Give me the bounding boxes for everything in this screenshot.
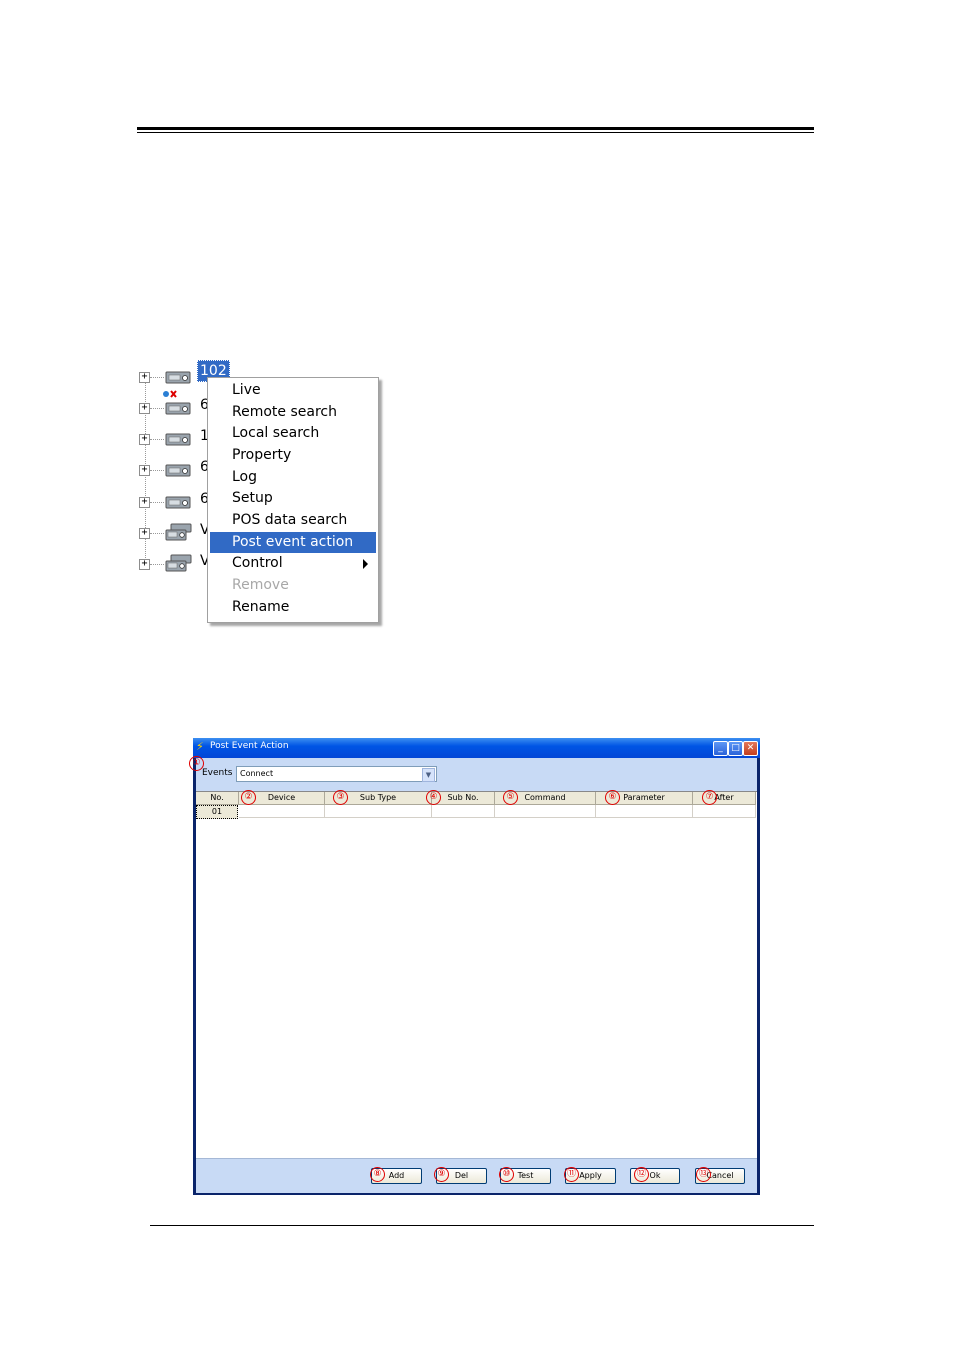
chevron-down-icon[interactable]: ▼ [422,768,435,782]
dialog-button-bar: Add Del Test Apply Ok Cancel ⑧ ⑨ ⑩ ⑪ ⑫ ⑬ [196,1158,757,1193]
menu-item-log[interactable]: Log [210,467,376,488]
callout-12: ⑫ [634,1167,649,1182]
footer-rule [150,1225,814,1226]
dvr-icon [165,433,191,446]
header-rule-thin [137,132,814,133]
menu-item-live[interactable]: Live [210,380,376,401]
header-rule [137,127,814,130]
post-event-action-dialog: ⚡ Post Event Action _ □ ✕ ① Events Conne… [189,738,760,1195]
maximize-button[interactable]: □ [728,741,743,756]
menu-item-property[interactable]: Property [210,445,376,466]
menu-item-rename[interactable]: Rename [210,597,376,618]
callout-5: ⑤ [503,790,518,805]
expand-icon[interactable]: + [139,403,150,414]
callout-2: ② [241,790,256,805]
callout-10: ⑩ [499,1167,514,1182]
callout-3: ③ [333,790,348,805]
expand-icon[interactable]: + [139,559,150,570]
dialog-body: ① Events Connect ▼ No. Device Sub Type S… [189,756,757,1193]
events-label: Events [202,768,233,778]
callout-11: ⑪ [564,1167,579,1182]
callout-9: ⑨ [434,1167,449,1182]
expand-icon[interactable]: + [139,528,150,539]
table-row-number[interactable]: 01 [196,805,238,819]
column-header-sub-no[interactable]: Sub No. [432,792,495,805]
table-cell-sub-type[interactable] [325,805,432,818]
table-cell-device[interactable] [239,805,325,818]
callout-6: ⑥ [605,790,620,805]
dialog-titlebar[interactable]: ⚡ Post Event Action _ □ ✕ [193,738,760,758]
dvr-icon [165,402,191,415]
expand-icon[interactable]: + [139,372,150,383]
expand-icon[interactable]: + [139,434,150,445]
callout-8: ⑧ [370,1167,385,1182]
dialog-title: Post Event Action [210,741,289,751]
menu-item-remote-search[interactable]: Remote search [210,402,376,423]
events-dropdown[interactable]: Connect ▼ [236,766,437,782]
expand-icon[interactable]: + [139,465,150,476]
dvr-icon [165,496,191,509]
lightning-icon: ⚡ [196,740,204,753]
disconnected-icon [163,390,177,398]
table-cell-parameter[interactable] [596,805,693,818]
menu-item-setup[interactable]: Setup [210,488,376,509]
menu-item-local-search[interactable]: Local search [210,423,376,444]
minimize-button[interactable]: _ [713,741,728,756]
submenu-arrow-icon [363,559,368,569]
table-cell-after[interactable] [693,805,756,818]
menu-item-control[interactable]: Control [210,553,376,574]
dvr-icon [165,371,191,384]
menu-item-remove: Remove [232,577,289,593]
expand-icon[interactable]: + [139,497,150,508]
dvr-icon [165,464,191,477]
table-cell-sub-no[interactable] [432,805,495,818]
callout-13: ⑬ [696,1167,711,1182]
action-table: No. Device Sub Type Sub No. Command Para… [196,790,757,1159]
close-button[interactable]: ✕ [743,741,758,756]
menu-item-post-event-action[interactable]: Post event action [210,532,376,553]
column-header-no[interactable]: No. [196,792,239,805]
events-value: Connect [240,769,274,778]
menu-item-pos-data-search[interactable]: POS data search [210,510,376,531]
stacked-dvr-icon [165,554,192,572]
table-cell-command[interactable] [495,805,596,818]
callout-7: ⑦ [702,790,717,805]
context-menu: Live Remote search Local search Property… [207,377,379,623]
stacked-dvr-icon [165,523,192,541]
callout-4: ④ [426,790,441,805]
